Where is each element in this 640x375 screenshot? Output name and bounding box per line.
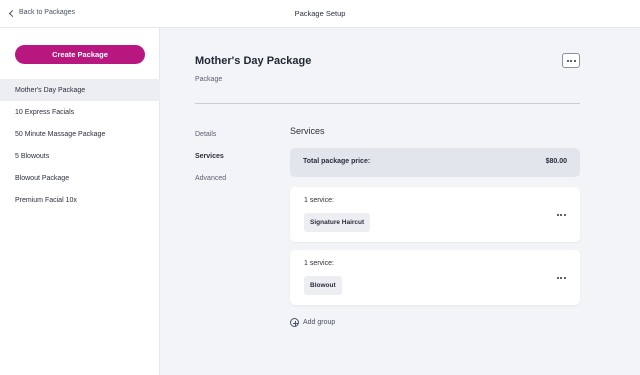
add-group-label: Add group bbox=[303, 319, 336, 326]
tab-services[interactable]: Services bbox=[195, 153, 226, 175]
sidebar-item-blowout-package[interactable]: Blowout Package bbox=[0, 167, 160, 189]
total-price-card: Total package price: $80.00 bbox=[290, 148, 580, 177]
tab-details[interactable]: Details bbox=[195, 131, 226, 153]
total-price-value: $80.00 bbox=[545, 158, 567, 165]
total-price-label: Total package price: bbox=[303, 158, 371, 165]
sidebar-item-premium-facial-10x[interactable]: Premium Facial 10x bbox=[0, 189, 160, 211]
sidebar-item-50-minute-massage-package[interactable]: 50 Minute Massage Package bbox=[0, 123, 160, 145]
package-list: Mother's Day Package 10 Express Facials … bbox=[0, 79, 160, 211]
group-count-label: 1 service: bbox=[304, 197, 334, 204]
tab-advanced[interactable]: Advanced bbox=[195, 175, 226, 197]
divider bbox=[195, 103, 580, 104]
add-group-button[interactable]: Add group bbox=[290, 318, 335, 327]
top-bar: Back to Packages Package Setup bbox=[0, 0, 640, 28]
service-chip[interactable]: Signature Haircut bbox=[304, 213, 371, 232]
ellipsis-icon bbox=[566, 59, 576, 62]
package-title: Mother's Day Package bbox=[195, 55, 312, 67]
service-group-card: 1 service: Signature Haircut bbox=[290, 187, 580, 242]
create-package-button[interactable]: Create Package bbox=[15, 45, 145, 64]
service-group-card: 1 service: Blowout bbox=[290, 250, 580, 305]
group-more-button[interactable] bbox=[554, 210, 568, 219]
group-more-button[interactable] bbox=[554, 273, 568, 282]
services-heading: Services bbox=[290, 126, 325, 136]
sidebar-item-mothers-day-package[interactable]: Mother's Day Package bbox=[0, 79, 160, 101]
main-content: Mother's Day Package Package Details Ser… bbox=[161, 28, 640, 375]
plus-circle-icon bbox=[290, 318, 299, 327]
package-subtitle: Package bbox=[195, 76, 223, 83]
section-tabs: Details Services Advanced bbox=[195, 131, 226, 197]
package-more-button[interactable] bbox=[562, 53, 580, 68]
page-title: Package Setup bbox=[294, 9, 346, 18]
sidebar-item-10-express-facials[interactable]: 10 Express Facials bbox=[0, 101, 160, 123]
sidebar-item-5-blowouts[interactable]: 5 Blowouts bbox=[0, 145, 160, 167]
sidebar: Create Package Mother's Day Package 10 E… bbox=[0, 28, 160, 375]
service-chip[interactable]: Blowout bbox=[304, 276, 342, 295]
ellipsis-icon bbox=[556, 213, 566, 216]
group-count-label: 1 service: bbox=[304, 260, 334, 267]
ellipsis-icon bbox=[556, 276, 566, 279]
